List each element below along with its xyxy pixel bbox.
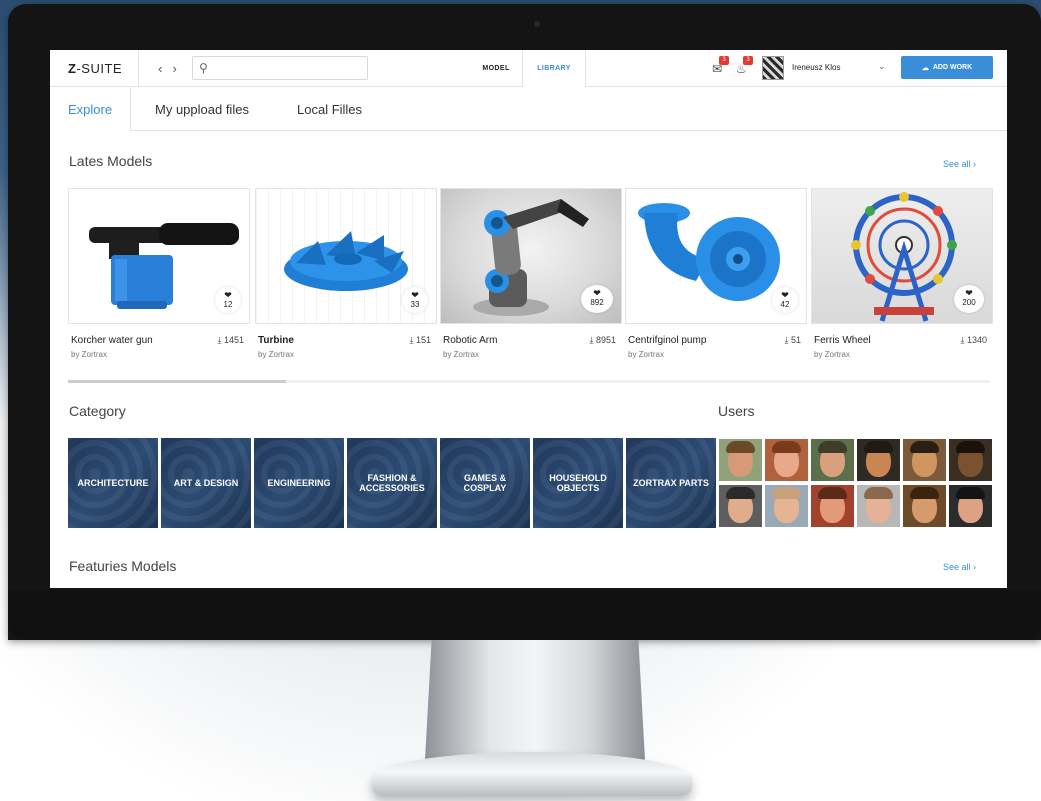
camera-icon [534,21,540,27]
user-avatar[interactable] [765,439,808,481]
chevron-left-icon[interactable]: ‹ [158,61,162,76]
tab-explore[interactable]: Explore [50,87,132,131]
model-downloads: ⤓ 1451 [217,335,244,345]
likes-badge: ❤ 892 [581,285,613,313]
content-tabs: Explore My uppload files Local Filles [50,87,1007,131]
history-nav: ‹ › [138,50,196,87]
download-icon: ⤓ [784,335,789,345]
likes-badge: ❤ 33 [402,287,428,313]
chevron-right-icon[interactable]: › [173,61,177,76]
notification-badge: 3 [743,56,753,65]
scrollbar-thumb[interactable] [68,380,286,383]
top-bar: Z-SUITE ‹ › ⚲ MODEL LIBRARY ✉ 3 ♨ 3 Iren… [50,50,1007,87]
likes-badge: ❤ 200 [954,285,984,313]
model-author: by Zortrax [443,350,480,359]
likes-badge: ❤ 42 [772,287,798,313]
tab-model[interactable]: MODEL [468,50,524,87]
category-zortrax-parts[interactable]: ZORTRAX PARTS [626,438,716,528]
notification-badge: 3 [719,56,729,65]
category-fashion-accessories[interactable]: FASHION & ACCESSORIES [347,438,437,528]
model-downloads: ⤓ 51 [784,335,801,345]
users-title: Users [718,403,755,419]
model-name[interactable]: Centrifginol pump [628,335,706,346]
user-avatar[interactable] [857,439,900,481]
featured-models-title: Featuries Models [69,558,177,574]
category-games-cosplay[interactable]: GAMES & COSPLAY [440,438,530,528]
model-thumbnail[interactable]: ❤ 892 [440,188,622,324]
latest-models-title: Lates Models [69,153,153,169]
monitor-base [372,752,692,796]
tab-my-upload-files[interactable]: My uppload files [155,87,249,131]
category-title: Category [69,403,126,419]
model-downloads: ⤓ 8951 [589,335,616,345]
latest-see-all-link[interactable]: See all › [943,159,976,169]
model-card[interactable]: ❤ 12 Korcher water gun by Zortrax ⤓ 1451 [68,188,250,380]
model-downloads: ⤓ 1340 [960,335,987,345]
featured-see-all-link[interactable]: See all › [943,562,976,572]
heart-icon: ❤ [965,288,973,298]
category-engineering[interactable]: ENGINEERING [254,438,344,528]
tab-local-files[interactable]: Local Filles [297,87,362,131]
category-architecture[interactable]: ARCHITECTURE [68,438,158,528]
add-work-button[interactable]: ☁ ADD WORK [901,56,993,79]
avatar[interactable] [762,56,784,80]
tab-library[interactable]: LIBRARY [522,50,586,87]
user-name[interactable]: Ireneusz Klos [792,63,840,72]
model-card[interactable]: ❤ 42 Centrifginol pump by Zortrax ⤓ 51 [625,188,807,380]
user-avatar[interactable] [903,485,946,527]
model-card[interactable]: ❤ 892 Robotic Arm by Zortrax ⤓ 8951 [440,188,622,380]
user-avatar[interactable] [719,439,762,481]
search-icon[interactable]: ⚲ [199,61,208,75]
user-avatar[interactable] [903,439,946,481]
bell-notification[interactable]: ♨ 3 [736,56,753,76]
heart-icon: ❤ [411,290,419,300]
download-icon: ⤓ [960,335,965,345]
heart-icon: ❤ [593,288,601,298]
model-thumbnail[interactable]: ❤ 42 [625,188,807,324]
user-avatar[interactable] [811,485,854,527]
likes-badge: ❤ 12 [215,287,241,313]
category-art-design[interactable]: ART & DESIGN [161,438,251,528]
search-input[interactable] [215,59,363,77]
download-icon: ⤓ [217,335,222,345]
category-household-objects[interactable]: HOUSEHOLD OBJECTS [533,438,623,528]
user-avatar[interactable] [719,485,762,527]
model-thumbnail[interactable]: ❤ 33 [255,188,437,324]
model-card[interactable]: ❤ 200 Ferris Wheel by Zortrax ⤓ 1340 [811,188,993,380]
add-work-label: ADD WORK [932,64,973,71]
chat-notification[interactable]: ✉ 3 [712,56,729,76]
model-thumbnail[interactable]: ❤ 200 [811,188,993,324]
brand-logo: Z-SUITE [68,61,123,76]
models-scrollbar[interactable] [68,380,990,383]
model-name[interactable]: Ferris Wheel [814,335,871,346]
user-avatar[interactable] [949,439,992,481]
model-author: by Zortrax [71,350,108,359]
heart-icon: ❤ [781,290,789,300]
model-author: by Zortrax [258,350,295,359]
model-author: by Zortrax [814,350,851,359]
model-name[interactable]: Turbine [258,335,294,346]
user-avatar[interactable] [811,439,854,481]
model-name[interactable]: Robotic Arm [443,335,497,346]
app-screen: Z-SUITE ‹ › ⚲ MODEL LIBRARY ✉ 3 ♨ 3 Iren… [50,50,1007,588]
user-avatar[interactable] [765,485,808,527]
monitor-chin [8,590,1041,640]
search-box: ⚲ [192,56,368,80]
user-avatar[interactable] [949,485,992,527]
model-author: by Zortrax [628,350,665,359]
chevron-down-icon[interactable]: ⌄ [878,61,886,72]
heart-icon: ❤ [224,290,232,300]
model-name[interactable]: Korcher water gun [71,335,153,346]
model-card[interactable]: ❤ 33 Turbine by Zortrax ⤓ 151 [255,188,437,380]
download-icon: ⤓ [409,335,414,345]
model-thumbnail[interactable]: ❤ 12 [68,188,250,324]
model-downloads: ⤓ 151 [409,335,431,345]
user-avatar[interactable] [857,485,900,527]
cloud-upload-icon: ☁ [921,64,929,72]
download-icon: ⤓ [589,335,594,345]
monitor-stand [425,640,645,760]
